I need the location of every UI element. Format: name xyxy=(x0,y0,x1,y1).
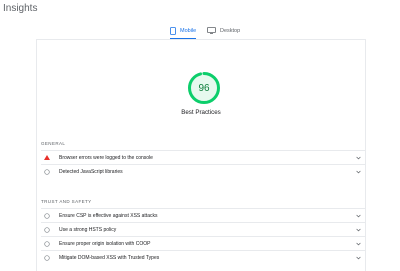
chevron-down-icon xyxy=(354,214,362,218)
report-card: 96 Best Practices GENERAL Browser errors… xyxy=(36,40,366,271)
chevron-down-icon xyxy=(354,256,362,260)
circle-icon xyxy=(43,168,51,175)
score-value: 96 xyxy=(198,82,210,94)
tab-desktop-label: Desktop xyxy=(220,27,241,34)
device-tabs: Mobile Desktop xyxy=(0,22,400,39)
tab-mobile-label: Mobile xyxy=(180,27,197,34)
circle-icon xyxy=(43,226,51,233)
audit-title: Ensure CSP is effective against XSS atta… xyxy=(59,212,158,219)
chevron-down-icon xyxy=(354,228,362,232)
audit-row[interactable]: Use a strong HSTS policy xyxy=(41,222,366,236)
chevron-down-icon xyxy=(354,156,362,160)
audit-row[interactable]: Browser errors were logged to the consol… xyxy=(41,150,366,164)
tab-desktop[interactable]: Desktop xyxy=(207,22,240,39)
audit-title: Ensure proper origin isolation with COOP xyxy=(59,240,151,247)
audit-row[interactable]: Ensure CSP is effective against XSS atta… xyxy=(41,208,366,222)
audit-row[interactable]: Mitigate DOM-based XSS with Trusted Type… xyxy=(41,250,366,264)
warning-triangle-icon xyxy=(43,155,51,160)
monitor-icon xyxy=(207,27,216,34)
audit-title: Use a strong HSTS policy xyxy=(59,226,117,233)
page-title: Insights xyxy=(3,3,38,14)
audit-row[interactable]: Ensure proper origin isolation with COOP xyxy=(41,236,366,250)
chevron-down-icon xyxy=(354,242,362,246)
chevron-down-icon xyxy=(354,170,362,174)
section-general-label: GENERAL xyxy=(41,141,66,146)
audit-row[interactable]: Detected JavaScript libraries xyxy=(41,164,366,178)
tab-mobile[interactable]: Mobile xyxy=(170,22,197,39)
circle-icon xyxy=(43,254,51,261)
section-trust-label: TRUST AND SAFETY xyxy=(41,199,92,204)
phone-icon xyxy=(170,26,176,35)
audit-title: Browser errors were logged to the consol… xyxy=(59,154,153,161)
circle-icon xyxy=(43,212,51,219)
circle-icon xyxy=(43,240,51,247)
score-label: Best Practices xyxy=(181,109,221,116)
audit-title: Mitigate DOM-based XSS with Trusted Type… xyxy=(59,254,160,261)
audit-title: Detected JavaScript libraries xyxy=(59,168,123,175)
